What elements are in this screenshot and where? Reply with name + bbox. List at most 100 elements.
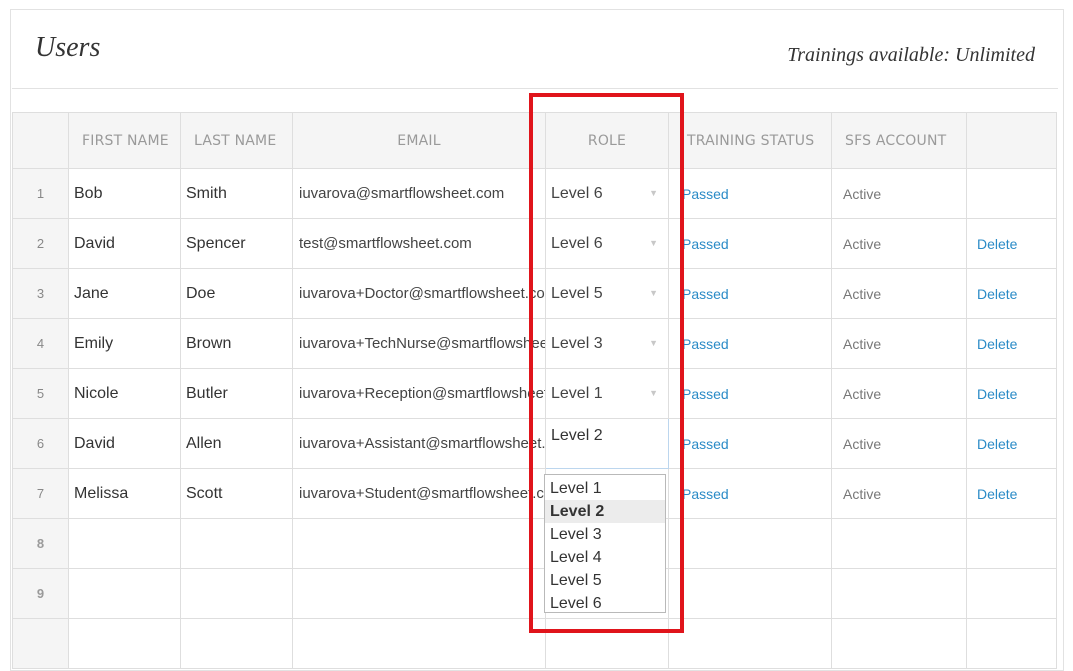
empty-cell <box>831 518 967 569</box>
row-number: 1 <box>12 168 69 219</box>
role-option-level-2[interactable]: Level 2 <box>545 500 665 523</box>
role-select[interactable]: Level 3 ▼ <box>545 318 669 369</box>
last-name-cell[interactable]: Allen <box>180 418 293 469</box>
empty-cell <box>966 568 1057 619</box>
empty-cell[interactable] <box>68 618 181 669</box>
role-value: Level 3 <box>551 334 603 352</box>
last-name-cell[interactable]: Spencer <box>180 218 293 269</box>
sfs-account-cell: Active <box>831 268 967 319</box>
table-row: 3 Jane Doe iuvarova+Doctor@smartflowshee… <box>12 268 1057 319</box>
header-divider <box>12 88 1058 89</box>
row-number: 8 <box>12 518 69 569</box>
role-select[interactable]: Level 1 ▼ <box>545 368 669 419</box>
role-select-active[interactable]: Level 2 <box>545 418 669 469</box>
role-value: Level 6 <box>551 184 603 202</box>
table-row: 7 Melissa Scott iuvarova+Student@smartfl… <box>12 468 1057 519</box>
last-name-cell[interactable]: Brown <box>180 318 293 369</box>
email-cell[interactable]: iuvarova+Doctor@smartflowsheet.com <box>292 268 546 319</box>
training-status-link[interactable]: Passed <box>668 168 832 219</box>
first-name-cell[interactable]: Bob <box>68 168 181 219</box>
role-select[interactable]: Level 6 ▼ <box>545 168 669 219</box>
training-status-link[interactable]: Passed <box>668 468 832 519</box>
first-name-cell[interactable]: David <box>68 418 181 469</box>
table-row: 6 David Allen iuvarova+Assistant@smartfl… <box>12 418 1057 469</box>
chevron-down-icon: ▼ <box>649 338 658 348</box>
delete-link[interactable]: Delete <box>966 268 1057 319</box>
column-header-last-name[interactable]: LAST NAME <box>180 112 293 169</box>
delete-link[interactable]: Delete <box>966 368 1057 419</box>
email-cell[interactable]: iuvarova+TechNurse@smartflowsheet.com <box>292 318 546 369</box>
empty-cell[interactable] <box>292 518 546 569</box>
role-dropdown-list: Level 1 Level 2 Level 3 Level 4 Level 5 … <box>544 474 666 613</box>
empty-cell[interactable] <box>292 568 546 619</box>
training-status-link[interactable]: Passed <box>668 268 832 319</box>
empty-cell[interactable] <box>545 618 669 669</box>
empty-cell[interactable] <box>68 518 181 569</box>
first-name-cell[interactable]: Emily <box>68 318 181 369</box>
row-number: 5 <box>12 368 69 419</box>
last-name-cell[interactable]: Scott <box>180 468 293 519</box>
role-option-level-4[interactable]: Level 4 <box>545 546 665 569</box>
row-number: 4 <box>12 318 69 369</box>
first-name-cell[interactable]: Jane <box>68 268 181 319</box>
role-option-level-1[interactable]: Level 1 <box>545 477 665 500</box>
training-status-link[interactable]: Passed <box>668 418 832 469</box>
empty-cell[interactable] <box>180 518 293 569</box>
chevron-down-icon: ▼ <box>649 288 658 298</box>
chevron-down-icon: ▼ <box>649 238 658 248</box>
training-status-link[interactable]: Passed <box>668 318 832 369</box>
delete-link[interactable]: Delete <box>966 218 1057 269</box>
empty-cell[interactable] <box>292 618 546 669</box>
column-header-email[interactable]: EMAIL <box>292 112 546 169</box>
training-status-link[interactable]: Passed <box>668 218 832 269</box>
delete-link <box>966 168 1057 219</box>
first-name-cell[interactable]: Nicole <box>68 368 181 419</box>
empty-cell[interactable] <box>68 568 181 619</box>
role-option-level-6[interactable]: Level 6 <box>545 592 665 615</box>
empty-cell <box>668 568 832 619</box>
sfs-account-cell: Active <box>831 368 967 419</box>
empty-cell <box>668 618 832 669</box>
last-name-cell[interactable]: Butler <box>180 368 293 419</box>
row-number: 9 <box>12 568 69 619</box>
table-row: 2 David Spencer test@smartflowsheet.com … <box>12 218 1057 269</box>
delete-link[interactable]: Delete <box>966 418 1057 469</box>
last-name-cell[interactable]: Smith <box>180 168 293 219</box>
email-cell[interactable]: iuvarova@smartflowsheet.com <box>292 168 546 219</box>
empty-cell <box>966 618 1057 669</box>
first-name-cell[interactable]: David <box>68 218 181 269</box>
role-select[interactable]: Level 5 ▼ <box>545 268 669 319</box>
page-title: Users <box>35 32 101 63</box>
email-cell[interactable]: iuvarova+Reception@smartflowsheet.com <box>292 368 546 419</box>
empty-cell[interactable] <box>180 568 293 619</box>
empty-cell <box>831 568 967 619</box>
users-table: FIRST NAME LAST NAME EMAIL ROLE TRAINING… <box>12 112 1057 669</box>
empty-cell <box>831 618 967 669</box>
role-option-level-3[interactable]: Level 3 <box>545 523 665 546</box>
delete-link[interactable]: Delete <box>966 318 1057 369</box>
role-select[interactable]: Level 6 ▼ <box>545 218 669 269</box>
email-cell[interactable]: iuvarova+Student@smartflowsheet.com <box>292 468 546 519</box>
empty-cell <box>966 518 1057 569</box>
table-header-row: FIRST NAME LAST NAME EMAIL ROLE TRAINING… <box>12 112 1057 169</box>
chevron-down-icon: ▼ <box>649 388 658 398</box>
last-name-cell[interactable]: Doe <box>180 268 293 319</box>
training-status-link[interactable]: Passed <box>668 368 832 419</box>
column-header-actions <box>966 112 1057 169</box>
delete-link[interactable]: Delete <box>966 468 1057 519</box>
role-option-level-5[interactable]: Level 5 <box>545 569 665 592</box>
row-number: 7 <box>12 468 69 519</box>
column-header-training-status[interactable]: TRAINING STATUS <box>668 112 832 169</box>
column-header-sfs-account[interactable]: SFS ACCOUNT <box>831 112 967 169</box>
table-row: 5 Nicole Butler iuvarova+Reception@smart… <box>12 368 1057 419</box>
email-cell[interactable]: iuvarova+Assistant@smartflowsheet.com <box>292 418 546 469</box>
email-cell[interactable]: test@smartflowsheet.com <box>292 218 546 269</box>
column-header-first-name[interactable]: FIRST NAME <box>68 112 181 169</box>
row-number: 6 <box>12 418 69 469</box>
first-name-cell[interactable]: Melissa <box>68 468 181 519</box>
empty-cell[interactable] <box>180 618 293 669</box>
column-header-role[interactable]: ROLE <box>545 112 669 169</box>
table-row: 1 Bob Smith iuvarova@smartflowsheet.com … <box>12 168 1057 219</box>
trainings-available-label: Trainings available: Unlimited <box>787 44 1035 66</box>
role-value: Level 5 <box>551 284 603 302</box>
